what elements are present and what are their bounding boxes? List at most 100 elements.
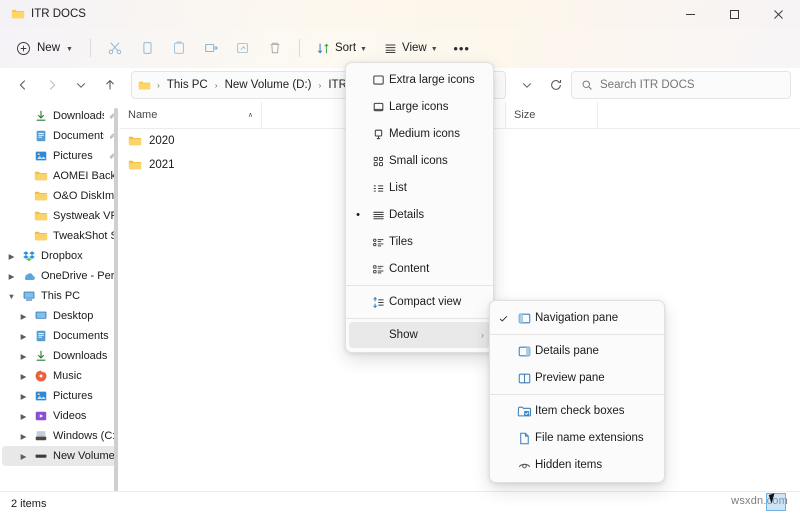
sidebar-item-music[interactable]: ▶ Music — [2, 366, 118, 386]
folder-icon — [34, 189, 48, 203]
view-menu-item-label: Details — [389, 209, 425, 221]
chevron-right-icon[interactable]: ▶ — [18, 332, 29, 341]
up-button[interactable] — [96, 71, 124, 99]
sidebar-item-downloads[interactable]: ▶ Downloads — [2, 346, 118, 366]
downloads-icon — [34, 349, 48, 363]
show-menu-item-item-check-boxes[interactable]: Item check boxes — [493, 398, 661, 424]
file-name-label: 2020 — [149, 135, 175, 147]
view-menu-item-medium-icons[interactable]: Medium icons — [349, 121, 490, 147]
list-icon — [367, 181, 389, 196]
sidebar-item-desktop[interactable]: ▶ Desktop — [2, 306, 118, 326]
title-bar: ITR DOCS — [0, 0, 800, 28]
folder-icon — [128, 134, 142, 148]
column-header-name[interactable]: Name ∧ — [120, 102, 262, 128]
sidebar-item-label: Pictures — [53, 390, 93, 402]
small-icons-icon — [367, 154, 389, 169]
column-header-size-label: Size — [514, 109, 536, 121]
sidebar-item-pictures[interactable]: ▶ Pictures — [2, 386, 118, 406]
music-icon — [34, 369, 48, 383]
sort-button[interactable]: Sort ▼ — [309, 34, 374, 62]
cut-button[interactable] — [100, 33, 130, 63]
sidebar-item-systweak-vpn[interactable]: Systweak VPN — [2, 206, 118, 226]
sidebar-item-onedrive-person[interactable]: ▶ OneDrive - Person — [2, 266, 118, 286]
new-button-label: New — [37, 42, 61, 54]
view-menu-item-show[interactable]: Show › — [349, 322, 490, 348]
paste-button[interactable] — [164, 33, 194, 63]
sidebar-item-this-pc[interactable]: ▼ This PC — [2, 286, 118, 306]
chevron-right-icon[interactable]: ▶ — [6, 272, 17, 281]
forward-button[interactable] — [38, 71, 66, 99]
tiles-icon — [367, 235, 389, 250]
show-menu-item-hidden-items[interactable]: Hidden items — [493, 452, 661, 478]
chevron-right-icon[interactable]: ▶ — [18, 372, 29, 381]
view-menu-item-label: List — [389, 182, 407, 194]
paste-icon — [171, 40, 187, 56]
breadcrumb-item-1[interactable]: New Volume (D:) — [221, 78, 316, 92]
search-input[interactable]: Search ITR DOCS — [571, 71, 791, 99]
sidebar-item-aomei-backupp[interactable]: AOMEI Backupp — [2, 166, 118, 186]
navigation-list: Downloads✐Documents✐Pictures✐ AOMEI Backu… — [0, 106, 120, 466]
delete-button[interactable] — [260, 33, 290, 63]
preview-pane-icon — [513, 371, 535, 386]
see-more-button[interactable]: ••• — [447, 33, 477, 63]
view-menu-item-compact-view[interactable]: Compact view — [349, 289, 490, 315]
view-menu-item-list[interactable]: List — [349, 175, 490, 201]
sidebar-item-new-volume-d[interactable]: ▶ New Volume (D: — [2, 446, 118, 466]
sidebar-item-windows-c[interactable]: ▶ Windows (C:) — [2, 426, 118, 446]
rename-button[interactable] — [196, 33, 226, 63]
chevron-right-icon[interactable]: ▶ — [18, 352, 29, 361]
chevron-right-icon[interactable]: ▶ — [6, 252, 17, 261]
address-dropdown-button[interactable] — [513, 71, 541, 99]
chevron-down-icon[interactable]: ▼ — [6, 292, 17, 301]
rename-icon — [203, 40, 219, 56]
sidebar-item-dropbox[interactable]: ▶ Dropbox — [2, 246, 118, 266]
new-button[interactable]: New ▼ — [10, 34, 81, 62]
chevron-right-icon[interactable]: ▶ — [18, 452, 29, 461]
share-button[interactable] — [228, 33, 258, 63]
show-menu-item-preview-pane[interactable]: Preview pane — [493, 365, 661, 391]
view-menu-item-content[interactable]: Content — [349, 256, 490, 282]
view-menu-item-tiles[interactable]: Tiles — [349, 229, 490, 255]
breadcrumb-item-0[interactable]: This PC — [163, 78, 212, 92]
file-name-cell: 2021 — [120, 153, 261, 177]
status-bar: 2 items — [0, 491, 800, 516]
sidebar-item-videos[interactable]: ▶ Videos — [2, 406, 118, 426]
view-button[interactable]: View ▼ — [376, 34, 445, 62]
copy-button[interactable] — [132, 33, 162, 63]
details-icon — [367, 208, 389, 223]
sidebar-item-tweakshot-scree[interactable]: TweakShot Scree — [2, 226, 118, 246]
selected-bullet-icon: • — [356, 209, 360, 221]
view-menu-item-label: Tiles — [389, 236, 413, 248]
desktop-icon — [34, 309, 48, 323]
chevron-right-icon[interactable]: ▶ — [18, 392, 29, 401]
column-header-size[interactable]: Size — [506, 102, 598, 128]
checkmark-icon — [493, 313, 513, 324]
show-menu-item-details-pane[interactable]: Details pane — [493, 338, 661, 364]
view-menu-item-extra-large-icons[interactable]: Extra large icons — [349, 67, 490, 93]
view-menu-item-small-icons[interactable]: Small icons — [349, 148, 490, 174]
maximize-button[interactable] — [712, 0, 756, 28]
show-menu-item-navigation-pane[interactable]: Navigation pane — [493, 305, 661, 331]
menu-divider — [490, 334, 664, 335]
chevron-right-icon: › — [481, 330, 484, 340]
view-menu-item-details[interactable]: • Details — [349, 202, 490, 228]
minimize-button[interactable] — [668, 0, 712, 28]
sidebar-item-documents[interactable]: ▶ Documents — [2, 326, 118, 346]
refresh-button[interactable] — [542, 71, 570, 99]
show-menu-item-file-name-extensions[interactable]: File name extensions — [493, 425, 661, 451]
sidebar-item-o-o-diskimage[interactable]: O&O DiskImage — [2, 186, 118, 206]
chevron-right-icon[interactable]: ▶ — [18, 412, 29, 421]
sidebar-item-downloads[interactable]: Downloads ✐ — [2, 106, 118, 126]
recent-locations-button[interactable] — [67, 71, 95, 99]
view-menu-item-large-icons[interactable]: Large icons — [349, 94, 490, 120]
sidebar-item-label: New Volume (D: — [53, 450, 116, 462]
close-button[interactable] — [756, 0, 800, 28]
back-button[interactable] — [9, 71, 37, 99]
chevron-right-icon[interactable]: ▶ — [18, 312, 29, 321]
chevron-right-icon[interactable]: ▶ — [18, 432, 29, 441]
sidebar-item-pictures[interactable]: Pictures ✐ — [2, 146, 118, 166]
sidebar-item-documents[interactable]: Documents ✐ — [2, 126, 118, 146]
show-menu-item-label: Details pane — [535, 345, 599, 357]
file-size-cell — [503, 153, 594, 177]
navigation-scrollbar[interactable] — [114, 108, 118, 491]
